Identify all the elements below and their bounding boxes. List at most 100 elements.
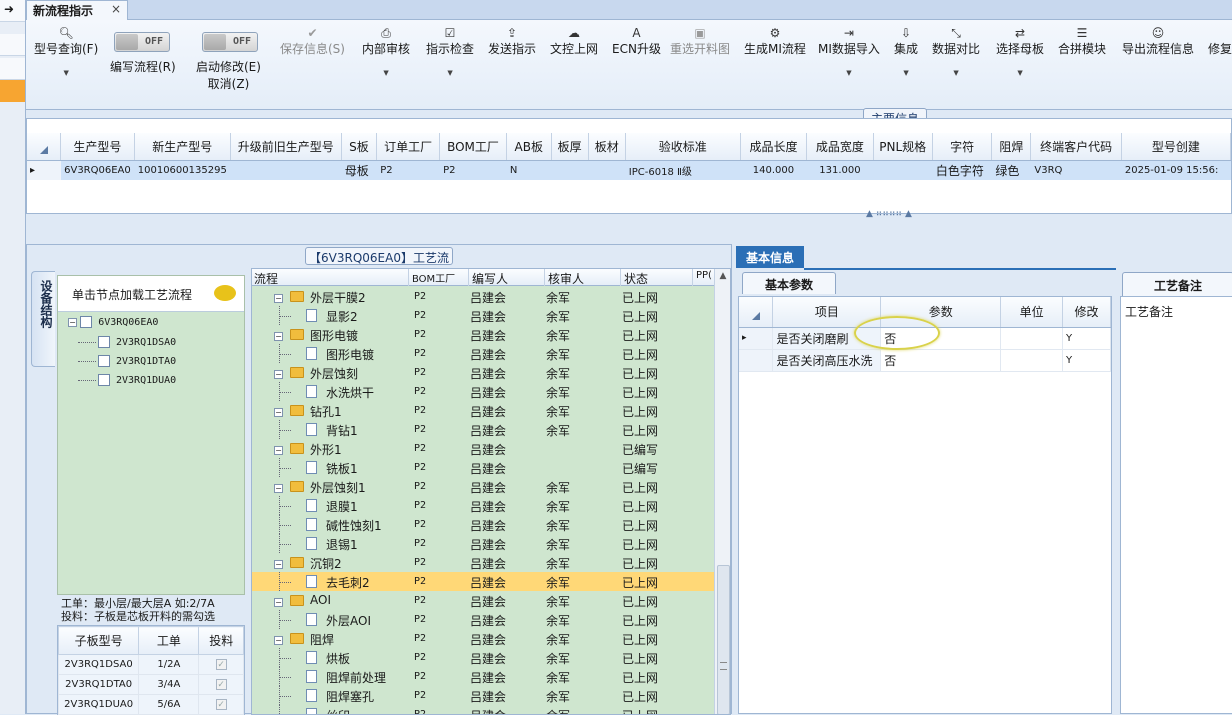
toolbar-button-12[interactable]: ⇩ 集成 ▼ (894, 26, 918, 77)
chevron-down-icon[interactable]: ▼ (932, 69, 980, 77)
flow-row[interactable]: − 外层蚀刻1 P2 吕建会 余军 已上网 (252, 477, 714, 496)
row-pointer[interactable] (739, 349, 774, 372)
tab-basic-params[interactable]: 基本参数 (742, 272, 836, 294)
main-cell[interactable]: 白色字符 (932, 160, 991, 180)
flow-row[interactable]: 铣板1 P2 吕建会 已编写 (252, 458, 714, 477)
flow-col-header[interactable]: 状态 (624, 270, 648, 287)
tab-process-notes[interactable]: 工艺备注 (1122, 272, 1232, 296)
scroll-up-icon[interactable]: ▲ (717, 271, 729, 283)
chevron-down-icon[interactable]: ▼ (362, 69, 410, 77)
process-notes-body[interactable]: 工艺备注 (1120, 296, 1232, 714)
main-cell[interactable]: 绿色 (992, 160, 1031, 180)
toolbar-button-5[interactable]: ☑ 指示检查 ▼ (426, 26, 474, 77)
row-pointer[interactable]: ▸ (27, 160, 61, 180)
chevron-down-icon[interactable]: ▼ (34, 69, 98, 77)
flow-row[interactable]: 阻焊塞孔 P2 吕建会 余军 已上网 (252, 686, 714, 705)
main-cell[interactable]: 6V3RQ06EA0 (61, 160, 135, 180)
main-cell[interactable] (551, 160, 588, 180)
param-col-header[interactable]: 单位 (1000, 297, 1064, 328)
chevron-down-icon[interactable]: ▼ (426, 69, 474, 77)
main-cell[interactable]: 131.000 (807, 160, 873, 180)
collapse-icon[interactable]: − (274, 294, 283, 303)
main-col-header[interactable]: 验收标准 (625, 133, 741, 161)
main-cell[interactable]: V3RQ (1031, 160, 1121, 180)
sub-col-header[interactable]: 子板型号 (57, 626, 140, 655)
main-col-header[interactable]: 升级前旧生产型号 (230, 133, 342, 161)
flow-col-header[interactable]: 核审人 (548, 270, 584, 287)
param-row[interactable]: 是否关闭高压水洗否 Y (739, 349, 1111, 372)
feed-checkbox[interactable]: ✓ (198, 654, 244, 675)
flow-row[interactable]: 烘板 P2 吕建会 余军 已上网 (252, 648, 714, 667)
flow-row[interactable]: − 外形1 P2 吕建会 已编写 (252, 439, 714, 458)
chevron-down-icon[interactable]: ▼ (818, 69, 880, 77)
flow-row[interactable]: 图形电镀 P2 吕建会 余军 已上网 (252, 344, 714, 363)
vertical-scrollbar[interactable]: ▲ (714, 269, 730, 714)
edit-flow-toggle[interactable]: OFF (114, 32, 170, 52)
flow-col-header[interactable]: 编写人 (472, 270, 508, 287)
param-value[interactable]: 否 (880, 349, 1002, 372)
main-cell[interactable] (588, 160, 625, 180)
toolbar-button-7[interactable]: ☁ 文控上网 (550, 26, 598, 57)
main-col-header[interactable]: 订单工厂 (376, 133, 441, 161)
main-col-header[interactable]: 字符 (932, 133, 993, 161)
sub-row[interactable]: 2V3RQ1DSA0 1/2A ✓ (57, 654, 244, 675)
main-col-header[interactable]: 板材 (588, 133, 626, 161)
main-col-header[interactable]: 新生产型号 (134, 133, 231, 161)
tree-child-node[interactable]: 2V3RQ1DSA0 (78, 336, 176, 348)
start-modify-toggle[interactable]: OFF (202, 32, 258, 52)
flow-row[interactable]: 显影2 P2 吕建会 余军 已上网 (252, 306, 714, 325)
toolbar-button-0[interactable]: 🔍︎ 型号查询(F) ▼ (34, 26, 98, 77)
tab-new-flow[interactable]: 新流程指示 × (26, 0, 128, 21)
flow-col-header[interactable]: PP( (696, 270, 712, 281)
flow-col-header[interactable]: BOM工厂 (412, 270, 455, 285)
collapse-icon[interactable]: − (68, 317, 77, 327)
main-col-header[interactable]: BOM工厂 (439, 133, 507, 161)
toolbar-button-16[interactable]: ☺ 导出流程信息 (1122, 26, 1194, 57)
tree-root-node[interactable]: − 6V3RQ06EA0 (68, 316, 158, 328)
close-icon[interactable]: × (111, 2, 121, 16)
flow-row[interactable]: − 外层蚀刻 P2 吕建会 余军 已上网 (252, 363, 714, 382)
main-col-header[interactable]: 阻焊 (991, 133, 1032, 161)
flow-row[interactable]: 阻焊前处理 P2 吕建会 余军 已上网 (252, 667, 714, 686)
collapse-icon[interactable]: − (274, 560, 283, 569)
flow-row[interactable]: 退膜1 P2 吕建会 余军 已上网 (252, 496, 714, 515)
main-col-header[interactable]: 成品宽度 (806, 133, 874, 161)
side-button-selected[interactable] (0, 80, 25, 102)
flow-col-header[interactable]: 流程 (254, 270, 278, 287)
toolbar-button-6[interactable]: ⇪ 发送指示 (488, 26, 536, 57)
flow-row[interactable]: − 外层干膜2 P2 吕建会 余军 已上网 (252, 287, 714, 306)
flow-row[interactable]: 外层AOI P2 吕建会 余军 已上网 (252, 610, 714, 629)
scroll-thumb[interactable] (717, 565, 730, 714)
flow-row[interactable]: 去毛刺2 P2 吕建会 余军 已上网 (252, 572, 714, 591)
main-cell[interactable]: 10010600135295 (134, 160, 230, 180)
collapse-icon[interactable]: − (274, 370, 283, 379)
tab-basic-info[interactable]: 基本信息 (736, 246, 804, 268)
tree-child-node[interactable]: 2V3RQ1DTA0 (78, 355, 176, 367)
toolbar-button-11[interactable]: ⇥ MI数据导入 ▼ (818, 26, 880, 77)
toolbar-button-13[interactable]: ⤡ 数据对比 ▼ (932, 26, 980, 77)
main-cell[interactable]: 2025-01-09 15:56: (1121, 160, 1230, 180)
toolbar-button-3[interactable]: ✔ 保存信息(S) (280, 26, 345, 57)
node-checkbox[interactable] (98, 355, 110, 367)
collapse-icon[interactable]: − (274, 408, 283, 417)
flow-row[interactable]: − 图形电镀 P2 吕建会 余军 已上网 (252, 325, 714, 344)
sub-col-header[interactable]: 投料 (198, 626, 244, 655)
flow-row[interactable]: − 钻孔1 P2 吕建会 余军 已上网 (252, 401, 714, 420)
feed-checkbox[interactable]: ✓ (198, 674, 244, 695)
toolbar-button-9[interactable]: ▣ 重选开料图 (670, 26, 730, 57)
main-cell[interactable]: N (506, 160, 551, 180)
chevron-down-icon[interactable]: ▼ (996, 69, 1044, 77)
flow-row[interactable]: − 沉铜2 P2 吕建会 余军 已上网 (252, 553, 714, 572)
toolbar-button-4[interactable]: ⎙ 内部审核 ▼ (362, 26, 410, 77)
collapse-icon[interactable]: − (274, 598, 283, 607)
sub-col-header[interactable]: 工单 (138, 626, 200, 655)
main-col-header[interactable]: 终端客户代码 (1030, 133, 1122, 161)
sub-row[interactable]: 2V3RQ1DUA0 5/6A ✓ (57, 694, 244, 715)
param-col-header[interactable]: 修改 (1062, 297, 1111, 328)
vertical-tab-structure[interactable]: 设备结构 (31, 271, 55, 367)
flow-row[interactable]: 背钻1 P2 吕建会 余军 已上网 (252, 420, 714, 439)
flow-row[interactable]: − AOI P2 吕建会 余军 已上网 (252, 591, 714, 610)
splitter[interactable]: ▲ ⠶⠶⠶⠶ ▲ (26, 209, 1232, 244)
node-checkbox[interactable] (98, 336, 110, 348)
flow-row[interactable]: 碱性蚀刻1 P2 吕建会 余军 已上网 (252, 515, 714, 534)
